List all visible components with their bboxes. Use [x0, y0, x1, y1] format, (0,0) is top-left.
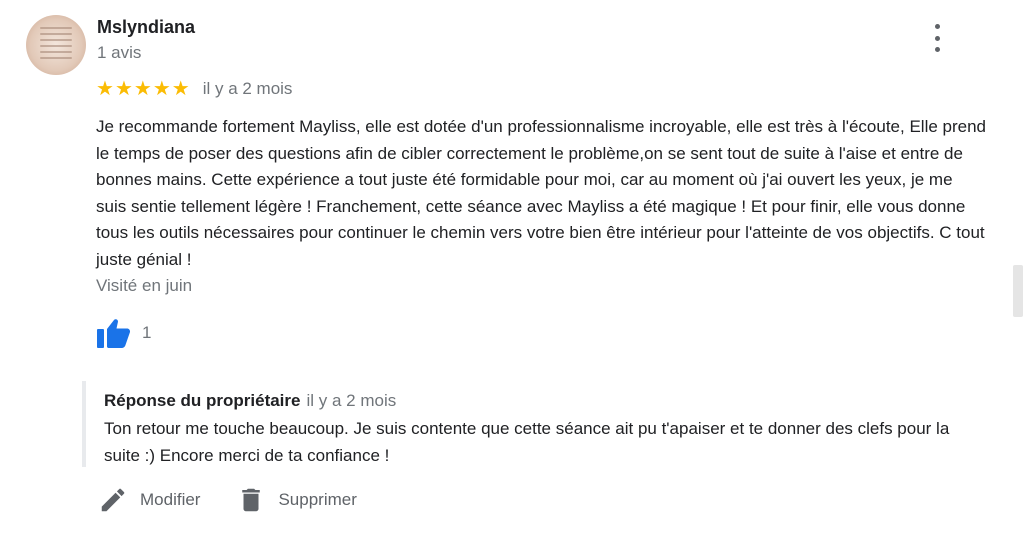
- star-icon: ★: [171, 78, 190, 100]
- pencil-icon: [101, 488, 125, 512]
- avatar-image: [40, 27, 72, 63]
- like-button[interactable]: 1: [96, 317, 151, 349]
- reviewer-review-count: 1 avis: [97, 43, 142, 62]
- thumb-up-icon: [97, 319, 131, 348]
- more-vert-icon[interactable]: [926, 24, 948, 52]
- avatar[interactable]: [26, 15, 86, 75]
- star-icon: ★: [96, 78, 114, 100]
- review-text: Je recommande fortement Mayliss, elle es…: [96, 117, 995, 269]
- star-icon: ★: [114, 78, 133, 100]
- delete-label: Supprimer: [278, 490, 357, 509]
- owner-reply-label: Réponse du propriétaire: [104, 391, 301, 410]
- visited-date: Visité en juin: [96, 276, 193, 295]
- review-rating: ★ ★ ★ ★ ★ il y a 2 mois: [96, 78, 292, 100]
- reviewer-name[interactable]: Mslyndiana: [97, 17, 195, 38]
- owner-reply-header: Réponse du propriétaire il y a 2 mois: [104, 391, 396, 411]
- trash-icon: [242, 488, 261, 512]
- like-count: 1: [142, 323, 152, 342]
- review-date: il y a 2 mois: [202, 79, 293, 98]
- owner-reply-text: Ton retour me touche beaucoup. Je suis c…: [104, 419, 950, 465]
- star-icon: ★: [152, 78, 171, 100]
- scrollbar-thumb[interactable]: [1013, 265, 1023, 317]
- edit-button[interactable]: Modifier: [98, 485, 200, 515]
- star-rating: ★ ★ ★ ★ ★: [96, 79, 191, 99]
- star-icon: ★: [133, 78, 152, 100]
- delete-button[interactable]: Supprimer: [236, 485, 357, 515]
- reply-actions: Modifier Supprimer: [98, 485, 393, 515]
- owner-reply: Réponse du propriétaire il y a 2 mois Ton…: [82, 381, 966, 467]
- edit-label: Modifier: [140, 490, 201, 509]
- owner-reply-date: il y a 2 mois: [306, 391, 397, 410]
